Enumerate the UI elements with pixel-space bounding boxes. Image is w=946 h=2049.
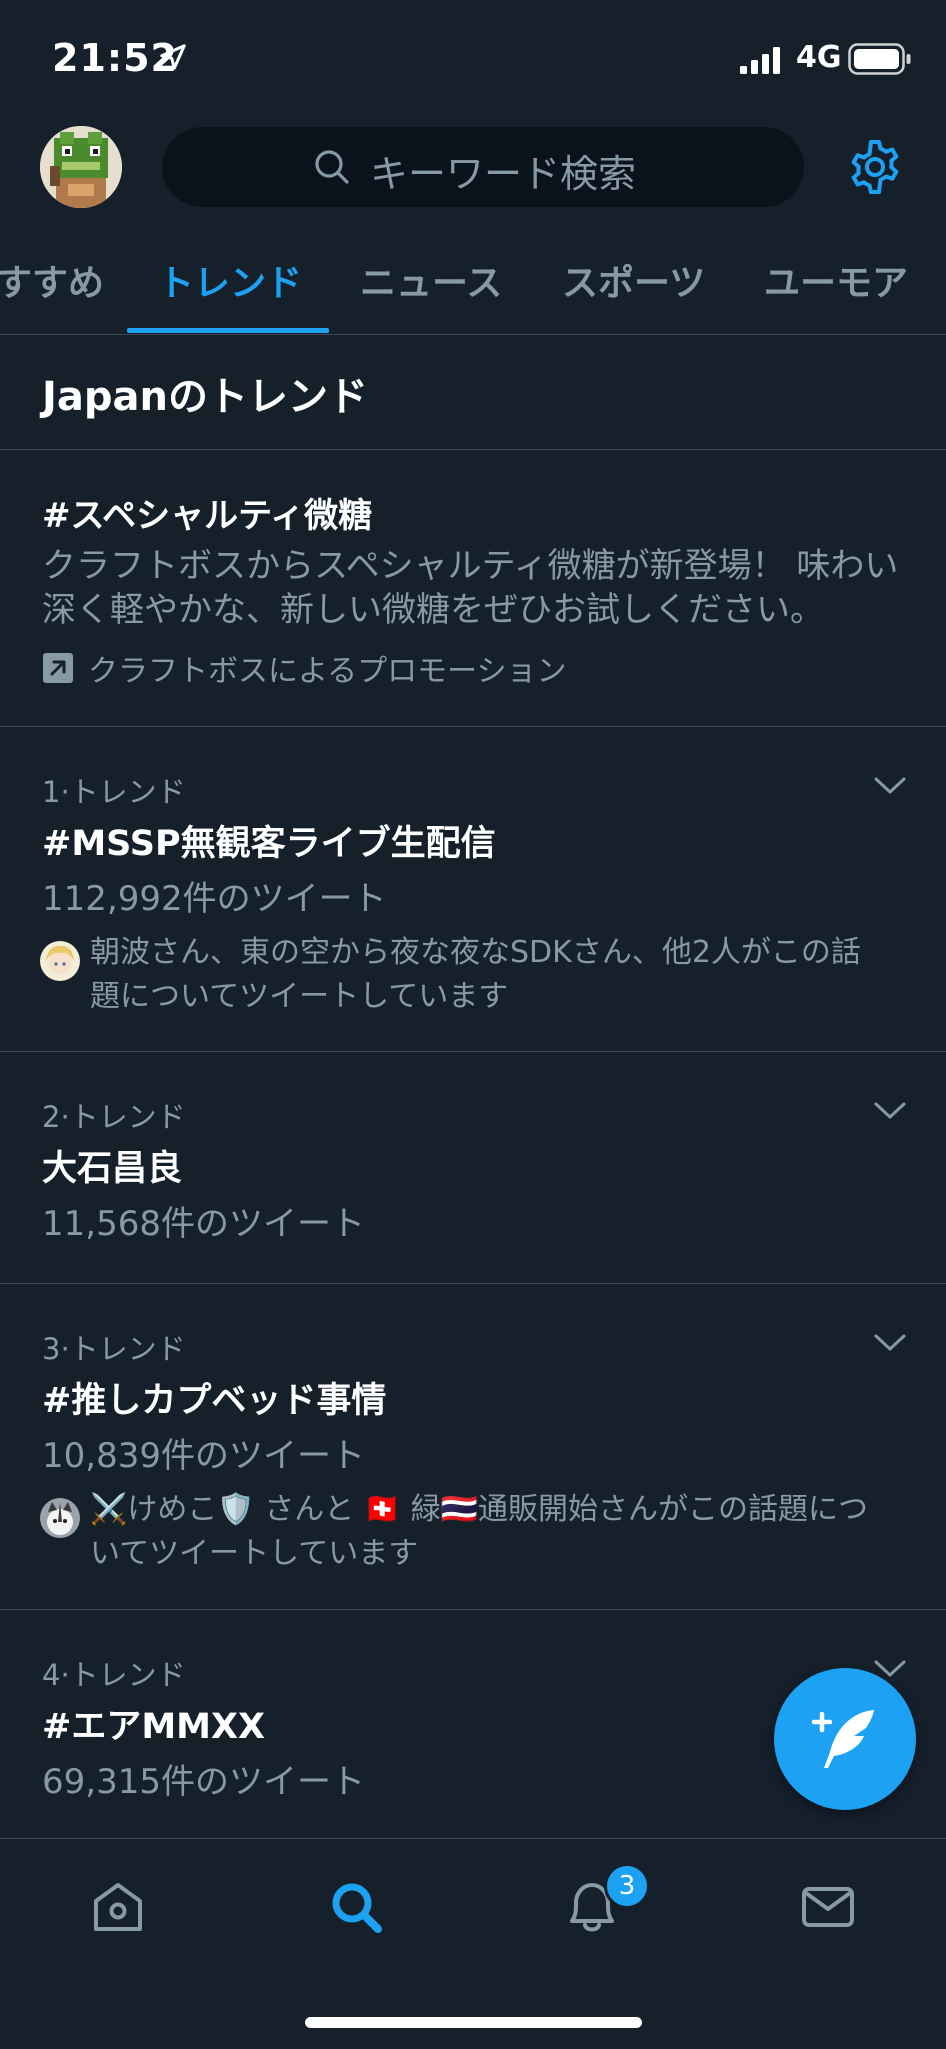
promoted-trend-title: #スペシャルティ微糖 bbox=[42, 496, 373, 536]
gear-icon[interactable] bbox=[846, 138, 904, 196]
tweet-count: 69,315件のツイート bbox=[42, 1762, 365, 1802]
avatar bbox=[40, 1498, 80, 1538]
tab-sports[interactable]: スポーツ bbox=[562, 254, 705, 306]
trend-name: #推しカプベッド事情 bbox=[42, 1381, 387, 1421]
trend-context: ⚔️けめこ🛡️ さんと 🇨🇭 緑🇹🇭通販開始さんがこの話題についてツイートしてい… bbox=[90, 1492, 869, 1571]
promoted-by-label: クラフトボスによるプロモーション bbox=[88, 654, 567, 689]
promoted-trend-description: クラフトボスからスペシャルティ微糖が新登場！ 味わい深く軽やかな、新しい微糖をぜ… bbox=[42, 546, 899, 630]
cat-avatar-icon bbox=[40, 1498, 80, 1538]
explore-header: キーワード検索 bbox=[0, 116, 946, 222]
search-input[interactable]: キーワード検索 bbox=[162, 127, 804, 207]
trend-rank: 3·トレンド bbox=[42, 1332, 186, 1366]
trend-name: #MSSP無観客ライブ生配信 bbox=[42, 824, 496, 864]
search-icon bbox=[315, 150, 349, 184]
mail-icon[interactable] bbox=[798, 1877, 858, 1937]
notifications-badge: 3 bbox=[604, 1863, 650, 1909]
anime-avatar-icon bbox=[40, 941, 80, 981]
trend-name: #エアMMXX bbox=[42, 1707, 265, 1747]
compose-quill-icon bbox=[811, 1710, 874, 1768]
trend-item[interactable]: 3·トレンド #推しカプベッド事情 10,839件のツイート ⚔️けめこ🛡️ さ… bbox=[0, 1284, 946, 1609]
trend-rank: 1·トレンド bbox=[42, 775, 186, 809]
status-bar: 21:52 4G bbox=[0, 0, 946, 116]
tab-trends[interactable]: トレンド bbox=[158, 254, 302, 306]
location-arrow-icon bbox=[160, 44, 186, 70]
search-placeholder: キーワード検索 bbox=[370, 152, 637, 196]
avatar bbox=[40, 941, 80, 981]
promoted-trend[interactable]: #スペシャルティ微糖 クラフトボスからスペシャルティ微糖が新登場！ 味わい深く軽… bbox=[0, 450, 946, 726]
promoted-icon bbox=[43, 653, 73, 683]
pixel-frog-avatar-icon bbox=[40, 126, 122, 208]
trend-rank: 2·トレンド bbox=[42, 1100, 186, 1134]
tweet-count: 112,992件のツイート bbox=[42, 879, 387, 919]
explore-tabs: すすめ トレンド ニュース スポーツ ユーモア bbox=[0, 240, 946, 335]
profile-avatar[interactable] bbox=[40, 126, 122, 208]
chevron-down-icon[interactable] bbox=[872, 1330, 908, 1354]
trend-context: 朝波さん、東の空から夜な夜なSDKさん、他2人がこの話題についてツイートしていま… bbox=[90, 935, 861, 1014]
signal-icon bbox=[740, 47, 780, 74]
tab-recommended[interactable]: すすめ bbox=[0, 254, 104, 306]
trend-rank: 4·トレンド bbox=[42, 1658, 186, 1692]
tweet-count: 10,839件のツイート bbox=[42, 1436, 365, 1476]
search-tab-icon[interactable] bbox=[326, 1877, 386, 1937]
network-type: 4G bbox=[796, 40, 842, 75]
home-indicator[interactable] bbox=[305, 2017, 642, 2028]
battery-icon bbox=[848, 43, 911, 75]
tab-humor[interactable]: ユーモア bbox=[764, 254, 908, 306]
tab-news[interactable]: ニュース bbox=[360, 254, 502, 306]
compose-tweet-button[interactable] bbox=[774, 1668, 916, 1810]
trend-item[interactable]: 2·トレンド 大石昌良 11,568件のツイート bbox=[0, 1052, 946, 1283]
home-icon[interactable] bbox=[88, 1877, 148, 1937]
trend-name: 大石昌良 bbox=[42, 1149, 183, 1189]
active-tab-indicator bbox=[127, 328, 329, 333]
chevron-down-icon[interactable] bbox=[872, 1098, 908, 1122]
chevron-down-icon[interactable] bbox=[872, 773, 908, 797]
tweet-count: 11,568件のツイート bbox=[42, 1204, 365, 1244]
trend-item[interactable]: 1·トレンド #MSSP無観客ライブ生配信 112,992件のツイート 朝波さん… bbox=[0, 727, 946, 1051]
section-title: Japanのトレンド bbox=[42, 374, 368, 420]
